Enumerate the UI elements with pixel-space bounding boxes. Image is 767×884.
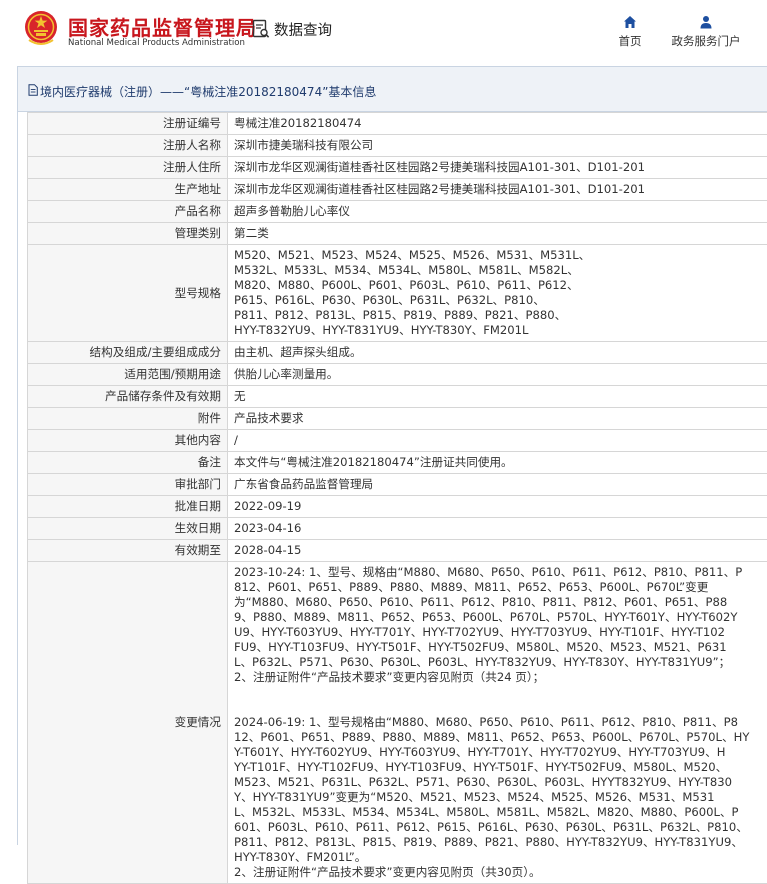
row-label: 备注 (28, 452, 228, 474)
row-label: 有效期至 (28, 540, 228, 562)
table-row: 注册证编号粤械注准20182180474 (28, 113, 767, 135)
table-row: 有效期至2028-04-15 (28, 540, 767, 562)
nav-service-portal-label: 政务服务门户 (672, 34, 741, 48)
change-line: L、M532L、M533L、M534、M534L、M580L、M581L、M58… (234, 805, 761, 820)
row-value: 2023-04-16 (228, 518, 767, 540)
table-row: 其他内容/ (28, 430, 767, 452)
change-line: 9、P880、M889、M811、P652、P653、P600L、P670L、P… (234, 610, 761, 625)
change-line: FU9、HYY-T103FU9、HYY-T501F、HYY-T502FU9、M5… (234, 640, 761, 655)
row-label: 生产地址 (28, 179, 228, 201)
model-spec-line: M520、M521、M523、M524、M525、M526、M531、M531L… (234, 248, 761, 263)
data-query-link[interactable]: 数据查询 (252, 18, 332, 40)
table-row: 产品名称超声多普勒胎儿心率仪 (28, 201, 767, 223)
change-line: P811、P812、P813L、P815、P819、P889、P821、P880… (234, 835, 761, 850)
panel-header: 境内医疗器械（注册）——“粤械注准20182180474”基本信息 (18, 67, 767, 112)
row-label: 型号规格 (28, 245, 228, 342)
row-value: 第二类 (228, 223, 767, 245)
row-value: 供胎儿心率测量用。 (228, 364, 767, 386)
row-value: 深圳市捷美瑞科技有限公司 (228, 135, 767, 157)
table-row: 审批部门广东省食品药品监督管理局 (28, 474, 767, 496)
brand-title-en: National Medical Products Administration (68, 38, 245, 48)
change-line: L、P632L、P571、P630、P630L、P603L、HYY-T832YU… (234, 655, 761, 670)
row-value: 深圳市龙华区观澜街道桂香社区桂园路2号捷美瑞科技园A101-301、D101-2… (228, 157, 767, 179)
brand-title-cn: 国家药品监督管理局 (68, 12, 257, 41)
data-query-label: 数据查询 (274, 19, 332, 40)
row-label: 注册人住所 (28, 157, 228, 179)
row-label: 附件 (28, 408, 228, 430)
change-line: 812、P601、P651、P889、P880、M889、M811、P652、P… (234, 580, 761, 595)
row-label: 结构及组成/主要组成成分 (28, 342, 228, 364)
row-value: 产品技术要求 (228, 408, 767, 430)
row-label: 产品储存条件及有效期 (28, 386, 228, 408)
model-spec-line: M820、M880、P600L、P601、P603L、P610、P611、P61… (234, 278, 761, 293)
model-spec-line: P615、P616L、P630、P630L、P631L、P632L、P810、 (234, 293, 761, 308)
row-label: 批准日期 (28, 496, 228, 518)
table-row: 生效日期2023-04-16 (28, 518, 767, 540)
row-value: 深圳市龙华区观澜街道桂香社区桂园路2号捷美瑞科技园A101-301、D101-2… (228, 179, 767, 201)
user-icon (699, 15, 713, 29)
row-label: 审批部门 (28, 474, 228, 496)
table-row: 附件产品技术要求 (28, 408, 767, 430)
row-value: 广东省食品药品监督管理局 (228, 474, 767, 496)
change-line: Y、HYY-T831YU9”变更为“M520、M521、M523、M524、M5… (234, 790, 761, 805)
table-row: 注册人住所深圳市龙华区观澜街道桂香社区桂园路2号捷美瑞科技园A101-301、D… (28, 157, 767, 179)
row-label: 注册人名称 (28, 135, 228, 157)
row-label: 生效日期 (28, 518, 228, 540)
nav-home[interactable]: 首页 (612, 15, 648, 49)
row-label: 产品名称 (28, 201, 228, 223)
change-history: 2023-10-24: 1、型号、规格由“M880、M680、P650、P610… (228, 562, 767, 884)
change-line: 2024-06-19: 1、型号规格由“M880、M680、P650、P610、… (234, 715, 761, 730)
change-line: 12、P601、P651、P889、P880、M889、M811、P652、P6… (234, 730, 761, 745)
detail-panel: 境内医疗器械（注册）——“粤械注准20182180474”基本信息 注册证编号粤… (17, 66, 767, 845)
nav-service-portal[interactable]: 政务服务门户 (664, 15, 748, 49)
change-line: 2023-10-24: 1、型号、规格由“M880、M680、P650、P610… (234, 565, 761, 580)
registration-info-table: 注册证编号粤械注准20182180474注册人名称深圳市捷美瑞科技有限公司注册人… (27, 112, 767, 884)
model-spec-line: HYY-T832YU9、HYY-T831YU9、HYY-T830Y、FM201L (234, 323, 761, 338)
nav-home-label: 首页 (619, 34, 642, 48)
table-row-changes: 变更情况 2023-10-24: 1、型号、规格由“M880、M680、P650、… (28, 562, 767, 884)
table-row: 型号规格 M520、M521、M523、M524、M525、M526、M531、M… (28, 245, 767, 342)
change-line: 601、P603L、P610、P611、P612、P615、P616L、P630… (234, 820, 761, 835)
change-line: YY-T101F、HYY-T102FU9、HYY-T103FU9、HYY-T50… (234, 760, 761, 775)
change-line: 2、注册证附件“产品技术要求”变更内容见附页（共30页）。 (234, 865, 761, 880)
model-spec-line: P811、P812、P813L、P815、P819、P889、P821、P880… (234, 308, 761, 323)
change-line: 2、注册证附件“产品技术要求”变更内容见附页（共24 页）； (234, 670, 761, 685)
table-row: 结构及组成/主要组成成分由主机、超声探头组成。 (28, 342, 767, 364)
table-row: 注册人名称深圳市捷美瑞科技有限公司 (28, 135, 767, 157)
national-emblem-icon (24, 10, 58, 46)
panel-title: 境内医疗器械（注册）——“粤械注准20182180474”基本信息 (40, 83, 376, 100)
row-value: 超声多普勒胎儿心率仪 (228, 201, 767, 223)
row-value: 无 (228, 386, 767, 408)
table-row: 产品储存条件及有效期无 (28, 386, 767, 408)
row-value: 粤械注准20182180474 (228, 113, 767, 135)
table-row: 批准日期2022-09-19 (28, 496, 767, 518)
change-line: M523、M521、P631L、P632L、P571、P630、P630L、P6… (234, 775, 761, 790)
home-icon (623, 15, 637, 29)
change-line: Y-T601Y、HYY-T602YU9、HYY-T603YU9、HYY-T701… (234, 745, 761, 760)
row-label: 其他内容 (28, 430, 228, 452)
table-row: 备注本文件与“粤械注准20182180474”注册证共同使用。 (28, 452, 767, 474)
change-separator (234, 685, 761, 715)
row-value: 本文件与“粤械注准20182180474”注册证共同使用。 (228, 452, 767, 474)
row-value: 2022-09-19 (228, 496, 767, 518)
row-value: 2028-04-15 (228, 540, 767, 562)
document-search-icon (252, 19, 270, 39)
row-value: M520、M521、M523、M524、M525、M526、M531、M531L… (228, 245, 767, 342)
change-line: 为“M880、M680、P650、P610、P611、P612、P810、P81… (234, 595, 761, 610)
row-label: 变更情况 (28, 562, 228, 884)
table-row: 适用范围/预期用途供胎儿心率测量用。 (28, 364, 767, 386)
change-line: HYY-T830Y、FM201L”。 (234, 850, 761, 865)
row-label: 适用范围/预期用途 (28, 364, 228, 386)
table-row: 管理类别第二类 (28, 223, 767, 245)
row-value: 由主机、超声探头组成。 (228, 342, 767, 364)
table-row: 生产地址深圳市龙华区观澜街道桂香社区桂园路2号捷美瑞科技园A101-301、D1… (28, 179, 767, 201)
document-icon (28, 84, 38, 96)
row-label: 管理类别 (28, 223, 228, 245)
row-label: 注册证编号 (28, 113, 228, 135)
row-value: / (228, 430, 767, 452)
site-header: 国家药品监督管理局 National Medical Products Admi… (0, 0, 767, 66)
model-spec-line: M532L、M533L、M534、M534L、M580L、M581L、M582L… (234, 263, 761, 278)
change-line: U9、HYY-T603YU9、HYY-T701Y、HYY-T702YU9、HYY… (234, 625, 761, 640)
